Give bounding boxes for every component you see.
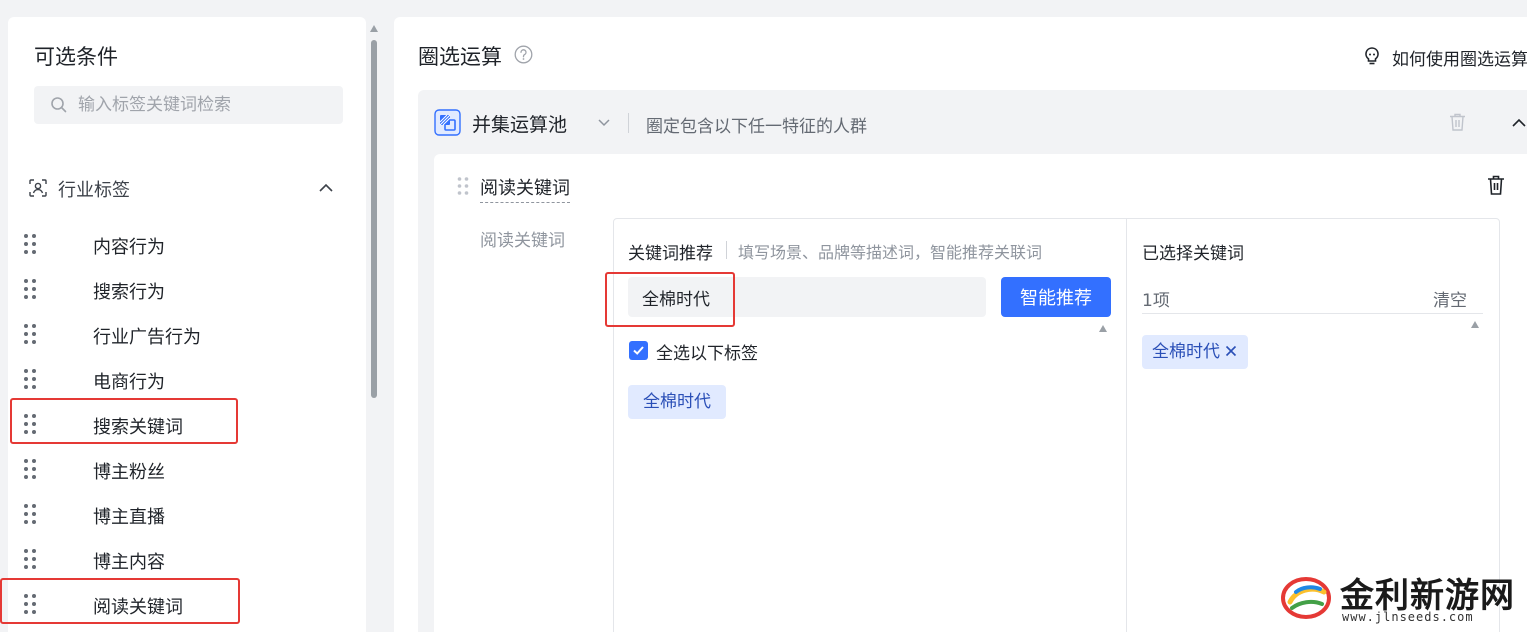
tag-search-input[interactable] (78, 86, 333, 124)
recommend-hint: 填写场景、品牌等描述词，智能推荐关联词 (738, 243, 1043, 262)
union-pool-card: 并集运算池 圈定包含以下任一特征的人群 阅读关键词 阅读关键词 关键词推荐 填写… (418, 90, 1527, 632)
drag-handle-icon[interactable] (22, 368, 38, 390)
scrollbar-thumb[interactable] (371, 40, 377, 398)
drag-handle-icon[interactable] (456, 176, 470, 196)
tag-search-box[interactable] (34, 86, 343, 124)
condition-item-blogger-fans[interactable]: 博主粉丝 (8, 447, 366, 492)
divider (1142, 313, 1483, 314)
chevron-up-icon[interactable] (1510, 114, 1527, 132)
condition-card-title: 阅读关键词 (480, 174, 570, 203)
selected-label: 已选择关键词 (1142, 244, 1244, 264)
condition-item-blogger-live[interactable]: 博主直播 (8, 492, 366, 537)
condition-item-industry-ad-behavior[interactable]: 行业广告行为 (8, 312, 366, 357)
drag-handle-icon[interactable] (22, 548, 38, 570)
check-icon (633, 346, 644, 355)
chevron-down-icon[interactable] (596, 114, 612, 130)
help-circle-icon[interactable] (514, 45, 533, 64)
divider (628, 113, 629, 133)
circle-operation-panel: 圈选运算 如何使用圈选运算 并集运算池 圈定包含以下任一特征的人群 阅读关键词 … (394, 17, 1527, 632)
drag-handle-icon[interactable] (22, 458, 38, 480)
union-pool-icon (434, 109, 461, 136)
selected-keyword-text: 全棉时代 (1152, 342, 1220, 362)
condition-item-label: 电商行为 (93, 372, 165, 393)
industry-tags-section-header[interactable]: 行业标签 (26, 173, 346, 203)
smart-recommend-button[interactable]: 智能推荐 (1001, 277, 1111, 317)
condition-item-label: 博主粉丝 (93, 462, 165, 483)
drag-handle-icon[interactable] (22, 503, 38, 525)
editor-split-divider (1126, 219, 1127, 632)
condition-card-read-keywords: 阅读关键词 阅读关键词 关键词推荐 填写场景、品牌等描述词，智能推荐关联词 智能… (434, 154, 1527, 632)
condition-item-blogger-content[interactable]: 博主内容 (8, 537, 366, 582)
conditions-title: 可选条件 (34, 45, 118, 69)
highlight-search-keywords (10, 398, 238, 444)
trash-icon[interactable] (1448, 112, 1467, 132)
selected-count: 1项 (1142, 291, 1170, 311)
drag-handle-icon[interactable] (22, 233, 38, 255)
select-all-label: 全选以下标签 (656, 344, 758, 364)
field-label: 阅读关键词 (480, 231, 565, 251)
operation-title: 圈选运算 (418, 45, 502, 69)
chevron-up-icon[interactable] (316, 178, 336, 198)
search-icon (51, 97, 67, 113)
condition-item-ecommerce-behavior[interactable]: 电商行为 (8, 357, 366, 402)
condition-item-label: 博主内容 (93, 552, 165, 573)
close-icon[interactable] (1224, 344, 1238, 358)
pool-name: 并集运算池 (472, 114, 568, 136)
lightbulb-icon (1365, 47, 1379, 65)
highlight-read-keywords (0, 578, 240, 624)
condition-item-label: 内容行为 (93, 237, 165, 258)
recommended-keyword-tag[interactable]: 全棉时代 (628, 385, 726, 419)
trash-icon[interactable] (1486, 174, 1506, 196)
condition-item-label: 博主直播 (93, 507, 165, 528)
pool-description: 圈定包含以下任一特征的人群 (646, 117, 867, 137)
recommend-label: 关键词推荐 (628, 244, 713, 264)
selected-keyword-tag: 全棉时代 (1142, 335, 1248, 369)
drag-handle-icon[interactable] (22, 323, 38, 345)
watermark-url: www.jlnseeds.com (1342, 610, 1474, 624)
condition-item-content-behavior[interactable]: 内容行为 (8, 222, 366, 267)
conditions-panel: 可选条件 行业标签 内容行为 搜索行为 行业广告行为 (8, 17, 366, 632)
left-scrollbar[interactable] (369, 20, 379, 632)
industry-tags-label: 行业标签 (58, 180, 130, 201)
clear-button[interactable]: 清空 (1433, 286, 1467, 311)
condition-item-search-behavior[interactable]: 搜索行为 (8, 267, 366, 312)
user-scan-icon (29, 179, 47, 197)
divider (726, 241, 727, 259)
scroll-up-arrow-icon[interactable] (370, 25, 378, 32)
drag-handle-icon[interactable] (22, 278, 38, 300)
site-watermark: 金利新游网 www.jlnseeds.com (1280, 566, 1520, 630)
howto-label: 如何使用圈选运算 (1392, 50, 1527, 70)
select-all-checkbox[interactable] (629, 341, 648, 360)
condition-item-label: 搜索行为 (93, 282, 165, 303)
highlight-keyword-input (605, 272, 735, 327)
condition-item-label: 行业广告行为 (93, 327, 201, 348)
watermark-logo-icon (1281, 577, 1331, 619)
scroll-up-arrow-icon[interactable] (1099, 325, 1107, 332)
scroll-up-arrow-icon[interactable] (1471, 321, 1479, 328)
